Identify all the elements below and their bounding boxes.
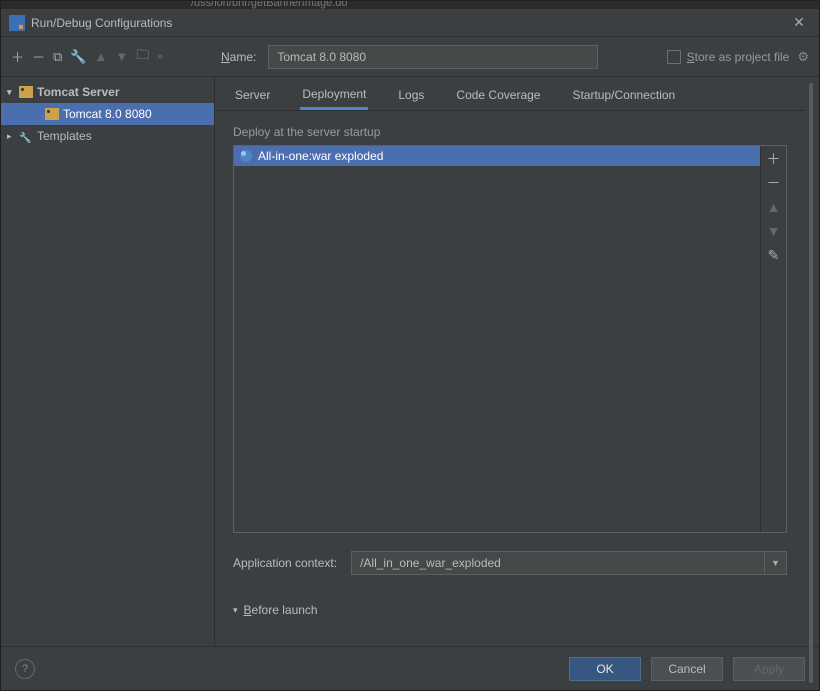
cancel-button[interactable]: Cancel <box>651 657 723 681</box>
top-toolbar: ＋ － ⧉ 🔧 ▲ ▼ 🗀 » Name: Store as project f… <box>1 37 819 77</box>
move-up-artifact-icon[interactable]: ▲ <box>767 200 781 214</box>
chevron-down-icon: ▾ <box>7 87 19 98</box>
tree-label: Tomcat Server <box>37 85 119 99</box>
tree-label: Templates <box>37 129 92 143</box>
folder-icon[interactable]: 🗀 <box>136 46 149 68</box>
tab-deployment[interactable]: Deployment <box>300 87 368 110</box>
chevron-down-icon: ▾ <box>233 605 238 616</box>
dialog-footer: ? OK Cancel Apply <box>1 646 819 690</box>
tree-tomcat-server[interactable]: ▾ Tomcat Server <box>1 81 214 103</box>
tomcat-icon <box>45 108 59 120</box>
tab-bar: Server Deployment Logs Code Coverage Sta… <box>215 77 805 111</box>
tab-logs[interactable]: Logs <box>396 88 426 110</box>
tree-templates[interactable]: ▸ Templates <box>1 125 214 147</box>
titlebar: Run/Debug Configurations ✕ <box>1 9 819 37</box>
store-label: Store as project file <box>687 50 790 64</box>
app-context-value: /All_in_one_war_exploded <box>352 556 764 570</box>
deploy-toolbar: ＋ － ▲ ▼ ✎ <box>760 146 786 532</box>
copy-config-icon[interactable]: ⧉ <box>53 49 62 65</box>
add-config-icon[interactable]: ＋ <box>11 47 24 66</box>
tab-server[interactable]: Server <box>233 88 272 110</box>
gear-icon[interactable]: ⚙ <box>797 49 809 65</box>
app-context-select[interactable]: /All_in_one_war_exploded ▼ <box>351 551 787 575</box>
wrench-icon <box>19 130 33 142</box>
add-artifact-icon[interactable]: ＋ <box>767 152 781 166</box>
tree-tomcat-8080[interactable]: Tomcat 8.0 8080 <box>1 103 214 125</box>
config-tree: ▾ Tomcat Server Tomcat 8.0 8080 ▸ Templa… <box>1 77 215 646</box>
chevron-right-icon: ▸ <box>7 131 19 142</box>
before-launch-section[interactable]: ▾ Before launch <box>233 603 787 617</box>
tree-label: Tomcat 8.0 8080 <box>63 107 152 121</box>
close-icon[interactable]: ✕ <box>787 14 811 31</box>
name-input[interactable] <box>268 45 598 69</box>
tomcat-icon <box>19 86 33 98</box>
intellij-icon <box>9 15 25 31</box>
apply-button[interactable]: Apply <box>733 657 805 681</box>
artifact-icon <box>240 150 252 162</box>
scrollbar[interactable] <box>809 83 813 683</box>
move-up-icon[interactable]: ▲ <box>95 49 108 64</box>
chevron-down-icon[interactable]: ▼ <box>764 552 786 574</box>
ok-button[interactable]: OK <box>569 657 641 681</box>
move-down-artifact-icon[interactable]: ▼ <box>767 224 781 238</box>
tab-startup-connection[interactable]: Startup/Connection <box>570 88 677 110</box>
deploy-section-label: Deploy at the server startup <box>233 125 805 139</box>
wrench-icon[interactable]: 🔧 <box>70 49 86 65</box>
artifact-label: All-in-one:war exploded <box>258 149 383 163</box>
help-icon[interactable]: ? <box>15 659 35 679</box>
move-down-icon[interactable]: ▼ <box>115 49 128 64</box>
before-launch-label: Before launch <box>244 603 318 617</box>
deploy-list-box: All-in-one:war exploded ＋ － ▲ ▼ ✎ <box>233 145 787 533</box>
window-title: Run/Debug Configurations <box>31 16 787 30</box>
expand-icon[interactable]: » <box>157 51 161 62</box>
background-strip: /uss/ion/bnr/getBannerImage.do <box>1 1 819 9</box>
deploy-artifact-item[interactable]: All-in-one:war exploded <box>234 146 760 166</box>
app-context-label: Application context: <box>233 556 337 570</box>
tab-code-coverage[interactable]: Code Coverage <box>454 88 542 110</box>
name-label: Name: <box>221 50 256 64</box>
remove-config-icon[interactable]: － <box>32 47 45 66</box>
remove-artifact-icon[interactable]: － <box>767 176 781 190</box>
edit-artifact-icon[interactable]: ✎ <box>768 248 780 262</box>
store-checkbox[interactable] <box>667 50 681 64</box>
